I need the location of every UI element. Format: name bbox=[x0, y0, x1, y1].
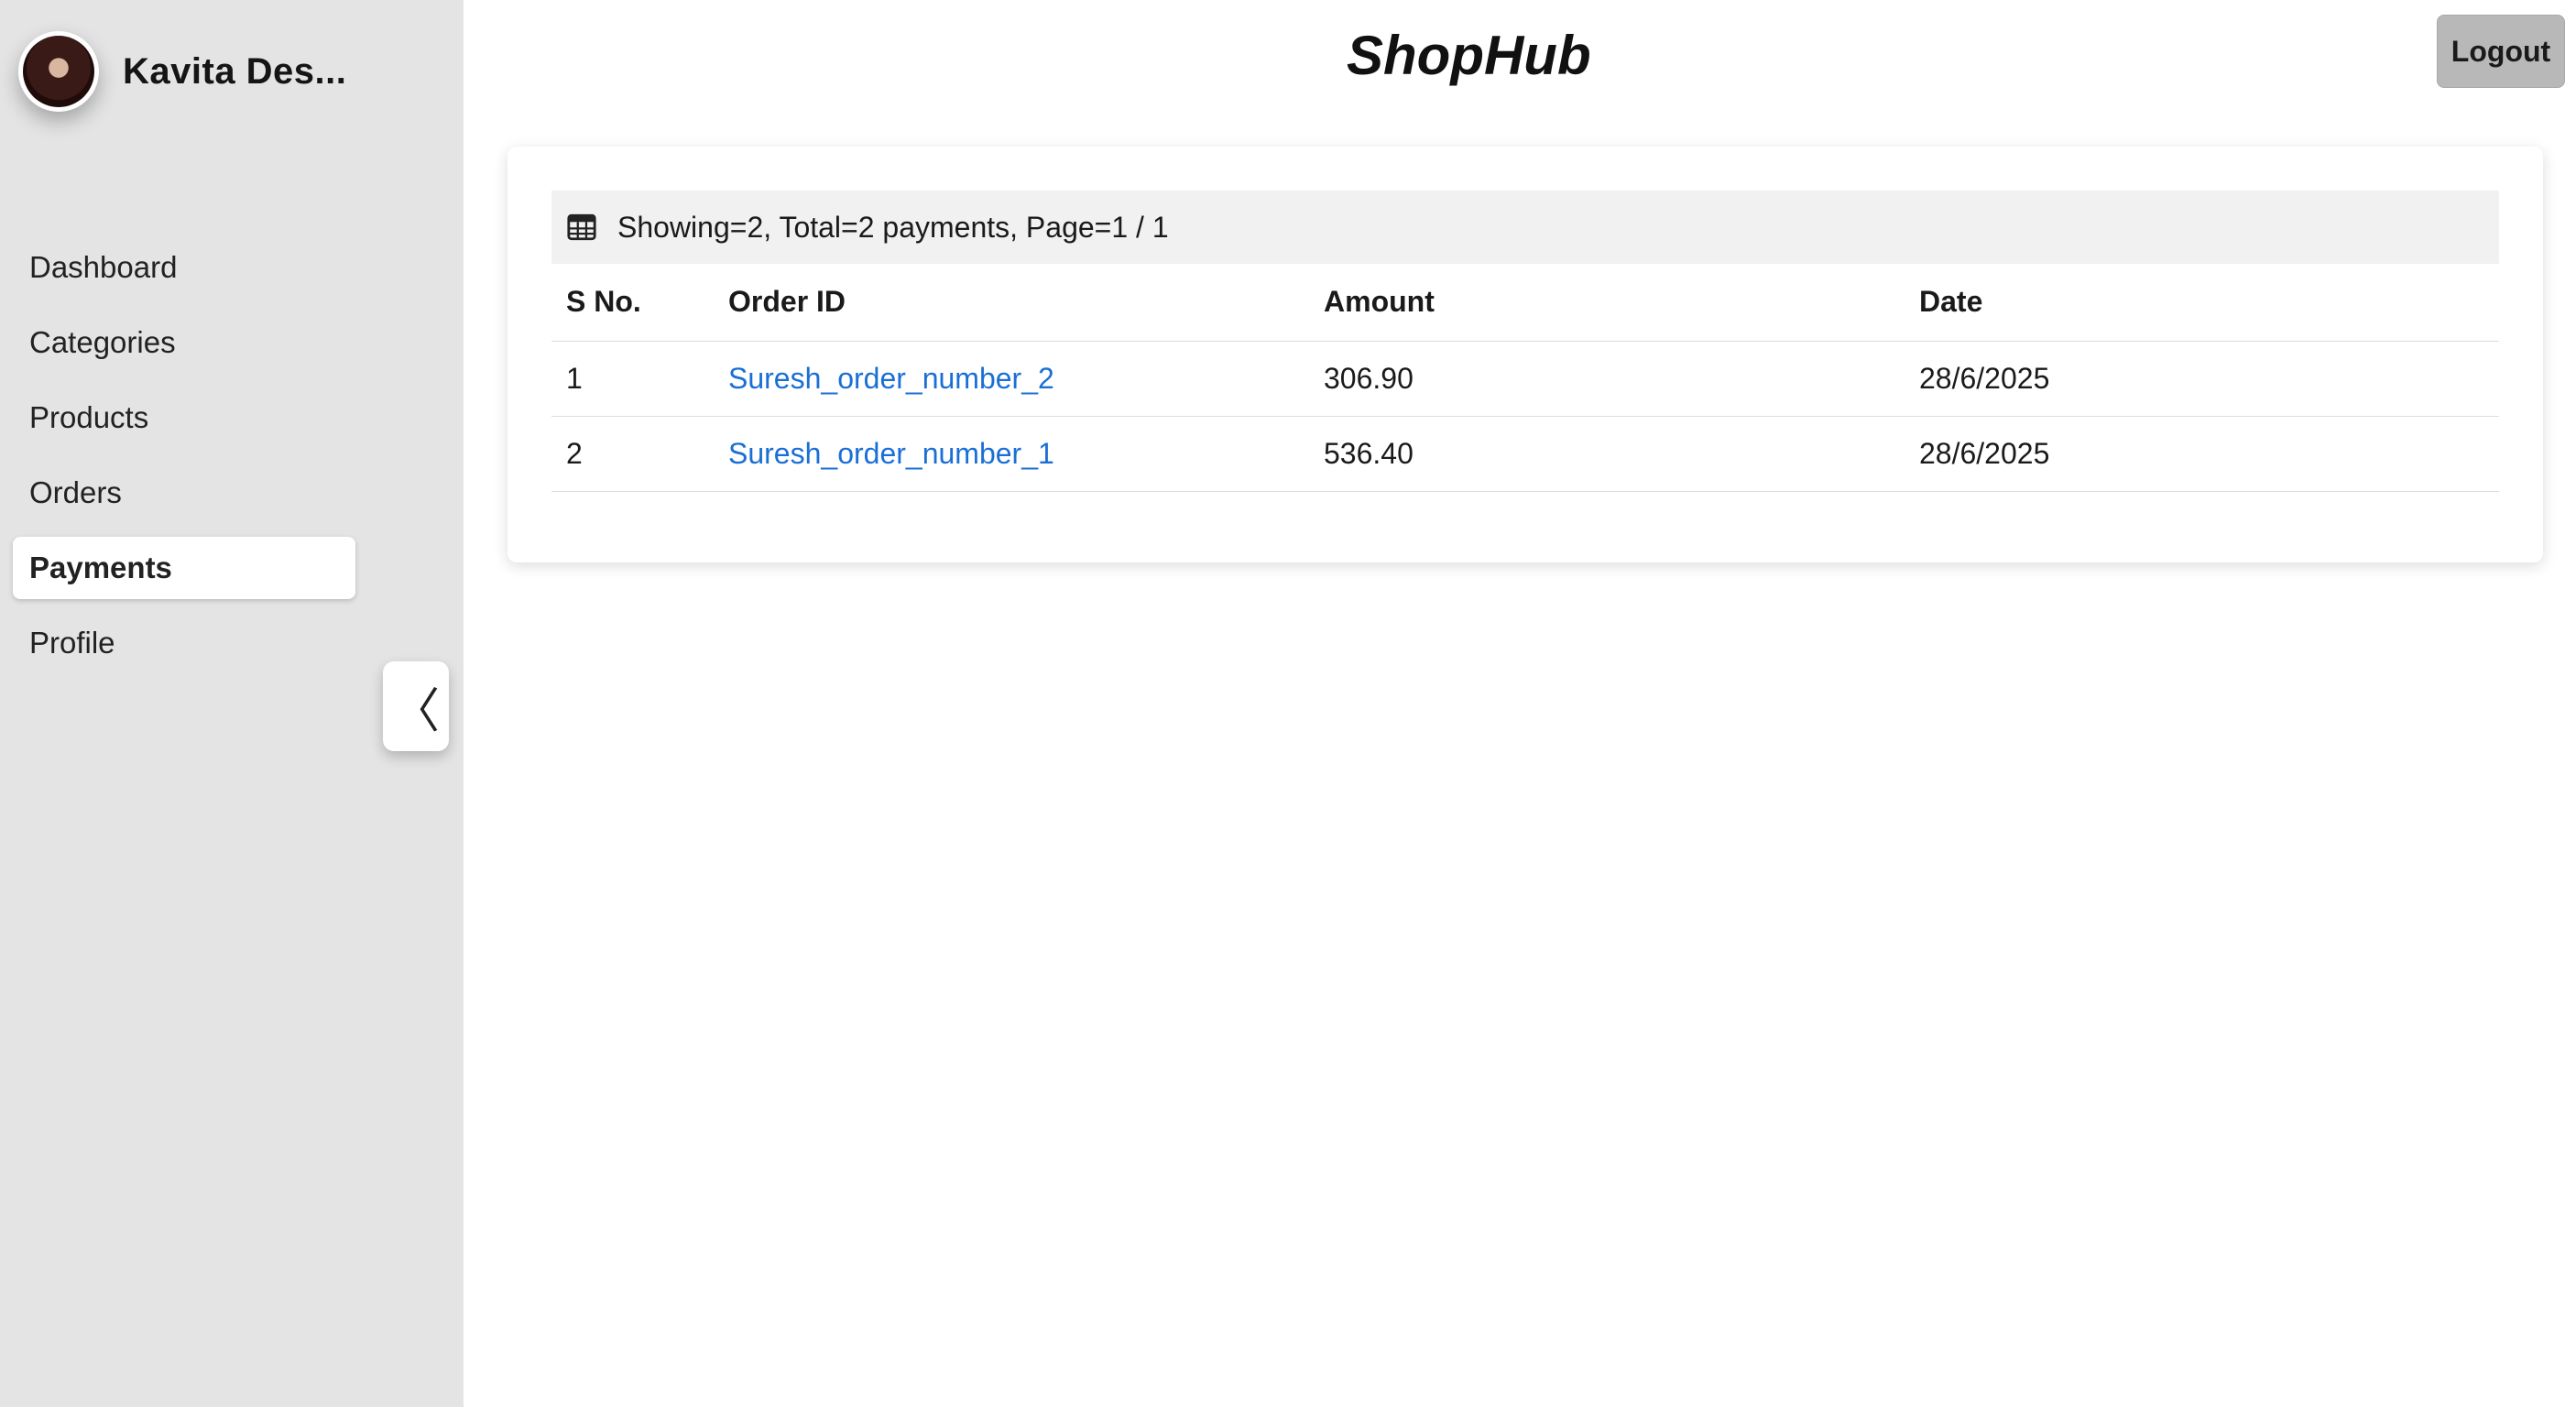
avatar[interactable] bbox=[18, 31, 99, 112]
payments-summary-text: Showing=2, Total=2 payments, Page=1 / 1 bbox=[617, 210, 1169, 244]
sidebar-item-payments[interactable]: Payments bbox=[13, 537, 355, 599]
payments-summary-bar: Showing=2, Total=2 payments, Page=1 / 1 bbox=[551, 191, 2499, 264]
column-header-date[interactable]: Date bbox=[1905, 264, 2499, 342]
sidebar-item-label: Payments bbox=[29, 551, 172, 584]
collapse-sidebar-button[interactable]: 〈 bbox=[383, 661, 449, 751]
payments-card: Showing=2, Total=2 payments, Page=1 / 1 … bbox=[508, 147, 2543, 562]
chevron-left-icon: 〈 bbox=[391, 684, 440, 738]
column-header-amount[interactable]: Amount bbox=[1309, 264, 1905, 342]
sidebar-item-products[interactable]: Products bbox=[13, 387, 355, 449]
sidebar-item-label: Products bbox=[29, 400, 149, 434]
sidebar: Kavita Des... Dashboard Categories Produ… bbox=[0, 0, 464, 1407]
logout-button[interactable]: Logout bbox=[2437, 15, 2565, 88]
column-header-sno[interactable]: S No. bbox=[551, 264, 714, 342]
avatar-image bbox=[23, 36, 94, 107]
table-icon bbox=[567, 213, 596, 241]
cell-sno: 1 bbox=[551, 341, 714, 417]
sidebar-item-label: Categories bbox=[29, 325, 176, 359]
column-header-order-id[interactable]: Order ID bbox=[714, 264, 1309, 342]
user-profile: Kavita Des... bbox=[18, 31, 346, 112]
cell-amount: 536.40 bbox=[1309, 416, 1905, 492]
sidebar-item-label: Profile bbox=[29, 626, 115, 660]
user-name: Kavita Des... bbox=[123, 50, 347, 92]
app-root: Kavita Des... Dashboard Categories Produ… bbox=[0, 0, 2576, 1407]
sidebar-item-orders[interactable]: Orders bbox=[13, 462, 355, 524]
sidebar-item-profile[interactable]: Profile bbox=[13, 612, 355, 674]
sidebar-item-categories[interactable]: Categories bbox=[13, 311, 355, 374]
cell-order-id: Suresh_order_number_2 bbox=[714, 341, 1309, 417]
sidebar-item-dashboard[interactable]: Dashboard bbox=[13, 236, 355, 299]
table-row: 1 Suresh_order_number_2 306.90 28/6/2025 bbox=[551, 341, 2499, 417]
order-link[interactable]: Suresh_order_number_1 bbox=[728, 437, 1054, 470]
cell-sno: 2 bbox=[551, 416, 714, 492]
cell-date: 28/6/2025 bbox=[1905, 341, 2499, 417]
payments-table: S No. Order ID Amount Date 1 Suresh_orde… bbox=[551, 264, 2499, 492]
table-header-row: S No. Order ID Amount Date bbox=[551, 264, 2499, 342]
sidebar-item-label: Orders bbox=[29, 475, 122, 509]
cell-order-id: Suresh_order_number_1 bbox=[714, 416, 1309, 492]
table-row: 2 Suresh_order_number_1 536.40 28/6/2025 bbox=[551, 416, 2499, 492]
sidebar-nav: Dashboard Categories Products Orders Pay… bbox=[13, 236, 355, 687]
brand-title: ShopHub bbox=[1347, 25, 1591, 86]
cell-amount: 306.90 bbox=[1309, 341, 1905, 417]
cell-date: 28/6/2025 bbox=[1905, 416, 2499, 492]
order-link[interactable]: Suresh_order_number_2 bbox=[728, 362, 1054, 395]
sidebar-item-label: Dashboard bbox=[29, 250, 178, 284]
